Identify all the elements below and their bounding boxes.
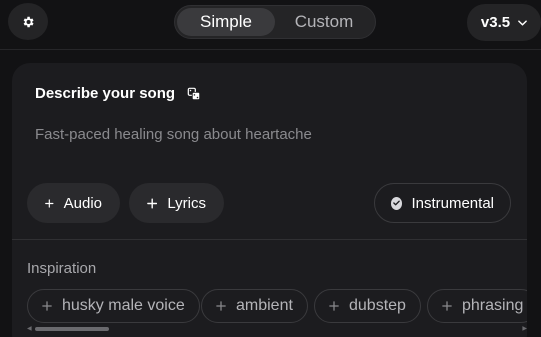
settings-button[interactable] [8, 3, 48, 40]
header-divider [0, 49, 541, 50]
app-root: Simple Custom v3.5 Describe your song Fa… [0, 0, 541, 337]
tag-label: phrasing [462, 297, 524, 314]
card-title: Describe your song [35, 85, 176, 102]
instrumental-label: Instrumental [411, 194, 494, 212]
plus-icon [329, 301, 339, 311]
song-description-card: Describe your song Fast-paced healing so… [12, 63, 527, 337]
instrumental-toggle[interactable]: Instrumental [374, 183, 511, 223]
lyrics-label: Lyrics [167, 194, 206, 212]
version-selector[interactable]: v3.5 [467, 4, 541, 41]
audio-label: Audio [63, 194, 102, 212]
inspiration-label: Inspiration [27, 260, 97, 277]
tag-chip[interactable]: phrasing [427, 289, 527, 323]
mode-toggle: Simple Custom [174, 5, 376, 39]
scrollbar-thumb[interactable] [35, 327, 109, 331]
inspiration-tags: husky male voice ambient dubstep phrasin… [27, 289, 527, 323]
add-audio-button[interactable]: Audio [27, 183, 120, 223]
plus-icon [147, 197, 158, 209]
tag-label: ambient [236, 297, 293, 314]
dice-icon[interactable] [187, 87, 201, 101]
version-label: v3.5 [480, 14, 511, 31]
check-circle-icon [391, 196, 403, 210]
tag-chip[interactable]: dubstep [314, 289, 421, 323]
tag-label: dubstep [349, 297, 406, 314]
tab-simple[interactable]: Simple [177, 8, 275, 36]
chevron-down-icon [518, 19, 527, 26]
tab-custom[interactable]: Custom [275, 8, 373, 36]
scroll-right-icon[interactable]: ▶ [522, 326, 527, 332]
tag-chip[interactable]: ambient [201, 289, 308, 323]
card-title-row: Describe your song [35, 85, 201, 102]
tag-label: husky male voice [62, 297, 185, 314]
gear-icon [23, 16, 34, 27]
plus-icon [442, 301, 452, 311]
scroll-left-icon[interactable]: ◀ [27, 326, 32, 332]
tags-scrollbar[interactable]: ◀ ▶ [27, 326, 527, 332]
card-divider [12, 239, 527, 240]
plus-icon [216, 301, 226, 311]
plus-icon [45, 198, 54, 208]
add-lyrics-button[interactable]: Lyrics [129, 183, 224, 223]
song-prompt-input[interactable]: Fast-paced healing song about heartache [35, 126, 312, 143]
tag-chip[interactable]: husky male voice [27, 289, 200, 323]
plus-icon [42, 301, 52, 311]
